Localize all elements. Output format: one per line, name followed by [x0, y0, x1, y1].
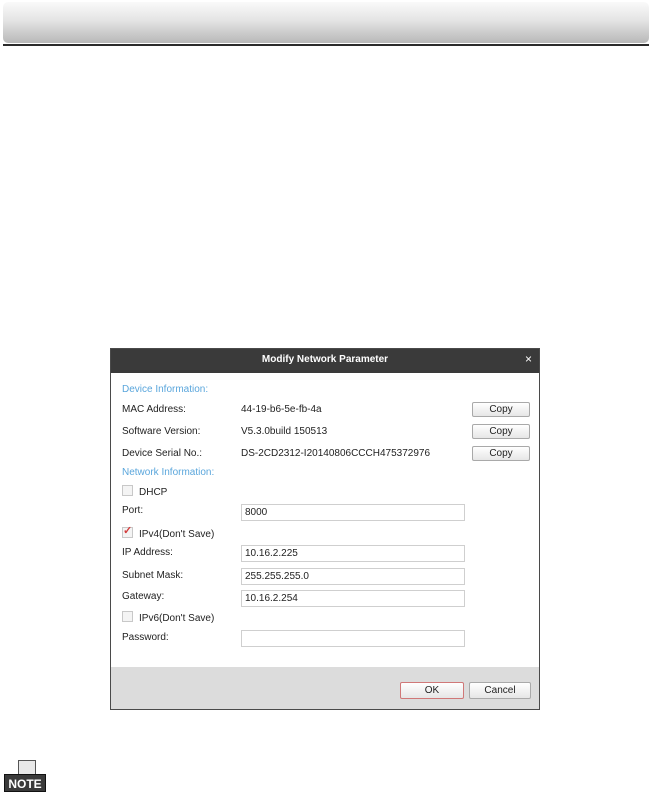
software-version-value: V5.3.0build 150513 [241, 426, 328, 437]
ipv4-label: IPv4(Don't Save) [139, 529, 215, 540]
password-label: Password: [122, 632, 169, 643]
copy-mac-button[interactable]: Copy [472, 402, 530, 417]
port-label: Port: [122, 505, 144, 516]
gateway-label: Gateway: [122, 591, 165, 602]
ok-button[interactable]: OK [400, 682, 464, 699]
network-information-heading: Network Information: [122, 467, 215, 478]
ipv4-checkbox[interactable]: ✓ [122, 525, 133, 538]
mac-address-label: MAC Address: [122, 404, 186, 415]
modify-network-dialog: Modify Network Parameter × Device Inform… [110, 348, 540, 710]
mac-address-value: 44-19-b6-5e-fb-4a [241, 404, 322, 415]
ipv6-checkbox[interactable] [122, 611, 133, 622]
gateway-field[interactable]: 10.16.2.254 [241, 590, 465, 607]
subnet-mask-field[interactable]: 255.255.255.0 [241, 568, 465, 585]
close-icon[interactable]: × [525, 352, 532, 366]
software-version-label: Software Version: [122, 426, 201, 437]
password-field[interactable] [241, 630, 465, 647]
note-label: NOTE [4, 774, 46, 792]
device-serial-label: Device Serial No.: [122, 448, 203, 459]
ip-address-label: IP Address: [122, 547, 173, 558]
ipv4-option[interactable]: ✓ IPv4(Don't Save) [122, 525, 215, 540]
checkmark-icon: ✓ [123, 525, 133, 537]
subnet-mask-label: Subnet Mask: [122, 570, 184, 581]
copy-software-button[interactable]: Copy [472, 424, 530, 439]
device-serial-value: DS-2CD2312-I20140806CCCH475372976 [241, 448, 431, 459]
ip-address-field[interactable]: 10.16.2.225 [241, 545, 465, 562]
dhcp-option[interactable]: DHCP [122, 485, 167, 498]
cancel-button[interactable]: Cancel [469, 682, 531, 699]
page-header-bar [3, 2, 649, 43]
dhcp-label: DHCP [139, 487, 168, 498]
port-field[interactable]: 8000 [241, 504, 465, 521]
copy-serial-button[interactable]: Copy [472, 446, 530, 461]
device-information-heading: Device Information: [122, 384, 209, 395]
dhcp-checkbox[interactable] [122, 485, 133, 496]
header-rule [3, 44, 649, 46]
ipv6-label: IPv6(Don't Save) [139, 613, 215, 624]
dialog-titlebar: Modify Network Parameter × [111, 349, 539, 373]
note-icon: NOTE [4, 760, 46, 793]
ipv6-option[interactable]: IPv6(Don't Save) [122, 611, 214, 624]
dialog-title: Modify Network Parameter [261, 354, 389, 365]
